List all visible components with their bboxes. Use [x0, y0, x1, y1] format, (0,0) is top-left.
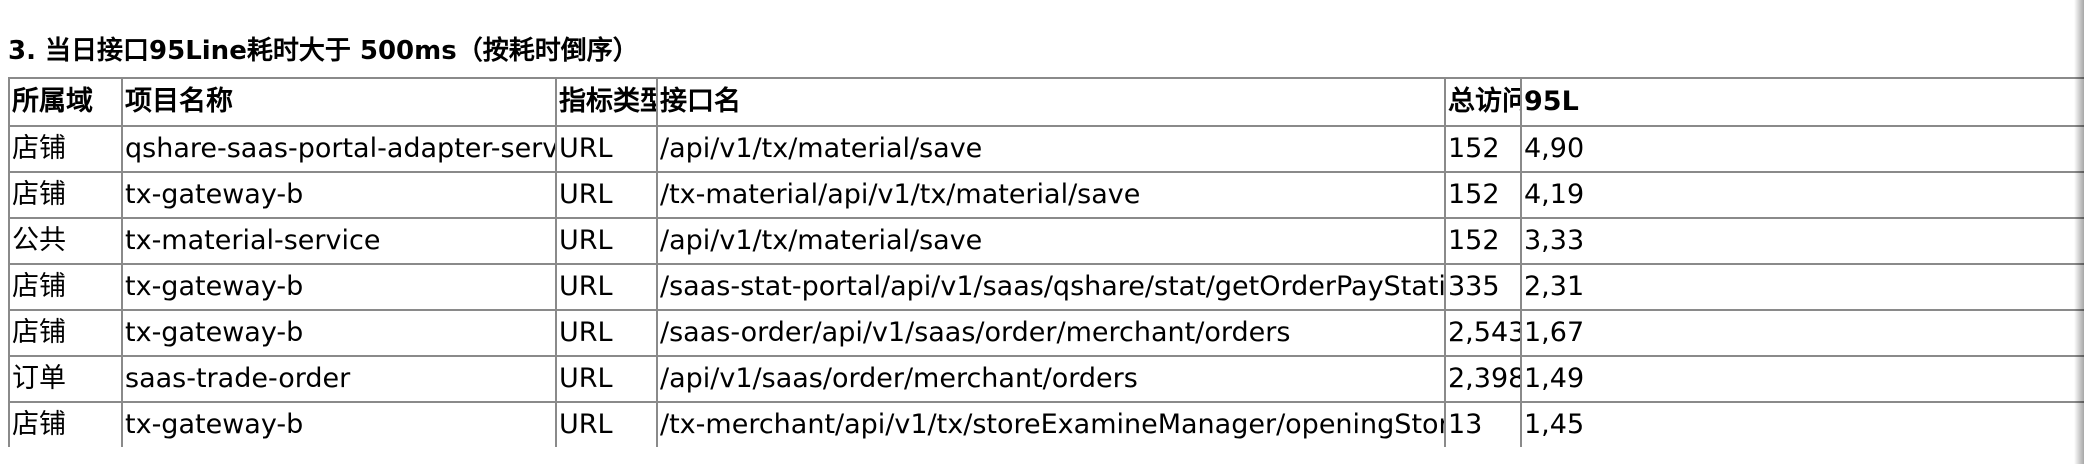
header-total-visits: 总访问	[1444, 77, 1520, 125]
header-api-name: 接口名	[656, 77, 1444, 125]
horizontal-scroll-edge	[2074, 0, 2084, 464]
cell-api-name: /api/v1/saas/order/merchant/orders	[656, 355, 1444, 401]
table-header-row: 所属域 项目名称 指标类型 接口名 总访问 95L	[8, 77, 2084, 125]
cell-95line: 4,19	[1520, 171, 2084, 217]
cell-project-name: saas-trade-order	[121, 355, 555, 401]
cell-metric-type: URL	[555, 263, 656, 309]
cell-total-visits: 2,398	[1444, 355, 1520, 401]
table-row: 店铺 qshare-saas-portal-adapter-service UR…	[8, 125, 2084, 171]
cell-domain: 公共	[8, 217, 121, 263]
cell-total-visits: 152	[1444, 217, 1520, 263]
table-row: 店铺 tx-gateway-b URL /saas-stat-portal/ap…	[8, 263, 2084, 309]
cell-api-name: /api/v1/tx/material/save	[656, 217, 1444, 263]
cell-domain: 店铺	[8, 171, 121, 217]
cell-project-name: qshare-saas-portal-adapter-service	[121, 125, 555, 171]
cell-total-visits: 152	[1444, 171, 1520, 217]
header-95line: 95L	[1520, 77, 2084, 125]
table-row: 公共 tx-material-service URL /api/v1/tx/ma…	[8, 217, 2084, 263]
header-domain: 所属域	[8, 77, 121, 125]
cell-95line: 3,33	[1520, 217, 2084, 263]
cell-api-name: /api/v1/tx/material/save	[656, 125, 1444, 171]
cell-project-name: tx-gateway-b	[121, 263, 555, 309]
cell-total-visits: 2,543	[1444, 309, 1520, 355]
cell-total-visits: 152	[1444, 125, 1520, 171]
header-project-name: 项目名称	[121, 77, 555, 125]
header-metric-type: 指标类型	[555, 77, 656, 125]
cell-total-visits: 335	[1444, 263, 1520, 309]
section-title: 3. 当日接口95Line耗时大于 500ms（按耗时倒序）	[8, 36, 639, 66]
table-row: 店铺 tx-gateway-b URL /saas-order/api/v1/s…	[8, 309, 2084, 355]
cell-project-name: tx-gateway-b	[121, 171, 555, 217]
cell-metric-type: URL	[555, 309, 656, 355]
cell-api-name: /saas-stat-portal/api/v1/saas/qshare/sta…	[656, 263, 1444, 309]
cell-95line: 1,49	[1520, 355, 2084, 401]
cell-domain: 店铺	[8, 125, 121, 171]
cell-total-visits: 13	[1444, 401, 1520, 447]
cell-api-name: /tx-merchant/api/v1/tx/storeExamineManag…	[656, 401, 1444, 447]
cell-api-name: /saas-order/api/v1/saas/order/merchant/o…	[656, 309, 1444, 355]
cell-metric-type: URL	[555, 355, 656, 401]
cell-domain: 店铺	[8, 309, 121, 355]
cell-metric-type: URL	[555, 171, 656, 217]
cell-metric-type: URL	[555, 217, 656, 263]
cell-metric-type: URL	[555, 401, 656, 447]
table-row: 店铺 tx-gateway-b URL /tx-material/api/v1/…	[8, 171, 2084, 217]
cell-domain: 店铺	[8, 263, 121, 309]
cell-domain: 订单	[8, 355, 121, 401]
cell-api-name: /tx-material/api/v1/tx/material/save	[656, 171, 1444, 217]
table-container: 所属域 项目名称 指标类型 接口名 总访问 95L 店铺 qshare-saas…	[8, 77, 2084, 464]
cell-project-name: tx-material-service	[121, 217, 555, 263]
cell-metric-type: URL	[555, 125, 656, 171]
slow-api-table: 所属域 项目名称 指标类型 接口名 总访问 95L 店铺 qshare-saas…	[8, 77, 2084, 447]
cell-95line: 1,45	[1520, 401, 2084, 447]
cell-95line: 1,67	[1520, 309, 2084, 355]
table-row: 店铺 tx-gateway-b URL /tx-merchant/api/v1/…	[8, 401, 2084, 447]
table-row: 订单 saas-trade-order URL /api/v1/saas/ord…	[8, 355, 2084, 401]
cell-project-name: tx-gateway-b	[121, 401, 555, 447]
cell-95line: 4,90	[1520, 125, 2084, 171]
cell-domain: 店铺	[8, 401, 121, 447]
cell-95line: 2,31	[1520, 263, 2084, 309]
cell-project-name: tx-gateway-b	[121, 309, 555, 355]
